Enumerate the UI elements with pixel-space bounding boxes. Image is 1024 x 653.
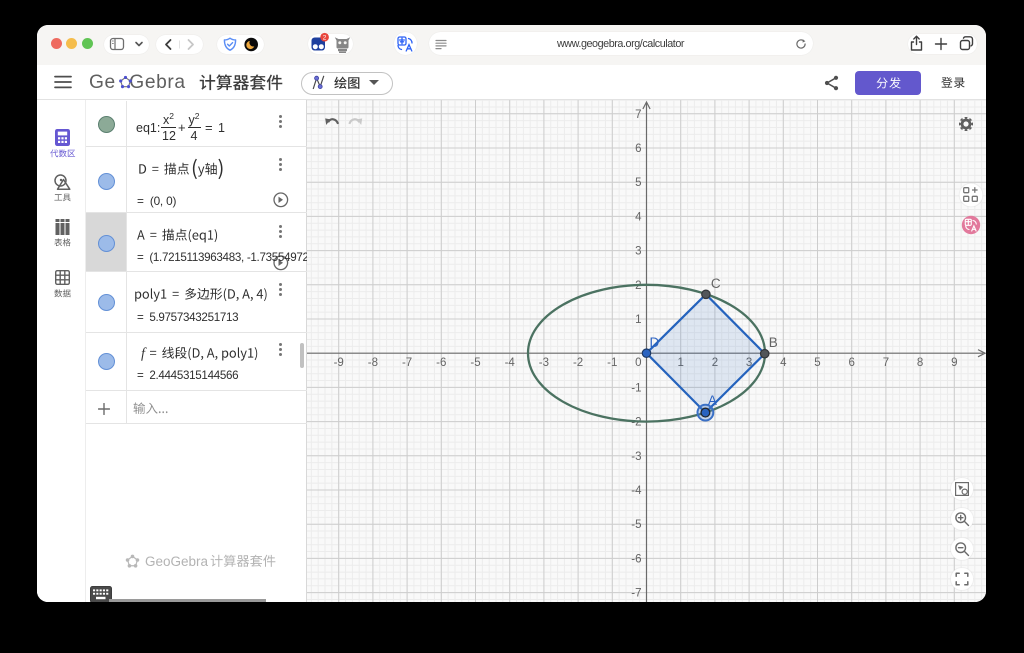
- svg-text:D: D: [650, 335, 660, 350]
- svg-text:-5: -5: [470, 357, 480, 369]
- svg-text:2: 2: [322, 34, 326, 41]
- svg-text:-4: -4: [631, 485, 642, 497]
- svg-text:-7: -7: [402, 357, 412, 369]
- svg-text:-7: -7: [631, 588, 641, 600]
- svg-text:-2: -2: [573, 357, 583, 369]
- svg-text:4: 4: [780, 357, 787, 369]
- svg-text:1: 1: [635, 314, 641, 326]
- svg-text:6: 6: [635, 143, 641, 155]
- svg-text:0: 0: [635, 357, 641, 369]
- svg-text:-8: -8: [368, 357, 378, 369]
- svg-text:-5: -5: [631, 519, 641, 531]
- svg-text:7: 7: [883, 357, 889, 369]
- svg-text:-3: -3: [539, 357, 549, 369]
- svg-text:6: 6: [848, 357, 854, 369]
- svg-text:-9: -9: [334, 357, 344, 369]
- svg-text:A: A: [708, 393, 717, 408]
- svg-text:-1: -1: [607, 357, 617, 369]
- svg-text:4: 4: [635, 211, 642, 223]
- svg-text:-4: -4: [505, 357, 516, 369]
- svg-text:7: 7: [635, 109, 641, 121]
- svg-text:9: 9: [951, 357, 957, 369]
- svg-text:-1: -1: [631, 382, 641, 394]
- svg-text:5: 5: [814, 357, 820, 369]
- svg-text:-6: -6: [436, 357, 446, 369]
- svg-text:3: 3: [635, 246, 641, 258]
- svg-text:-6: -6: [631, 553, 641, 565]
- svg-text:-3: -3: [631, 451, 641, 463]
- svg-text:B: B: [769, 335, 778, 350]
- svg-text:5: 5: [635, 177, 641, 189]
- svg-text:C: C: [711, 276, 721, 291]
- svg-text:8: 8: [917, 357, 923, 369]
